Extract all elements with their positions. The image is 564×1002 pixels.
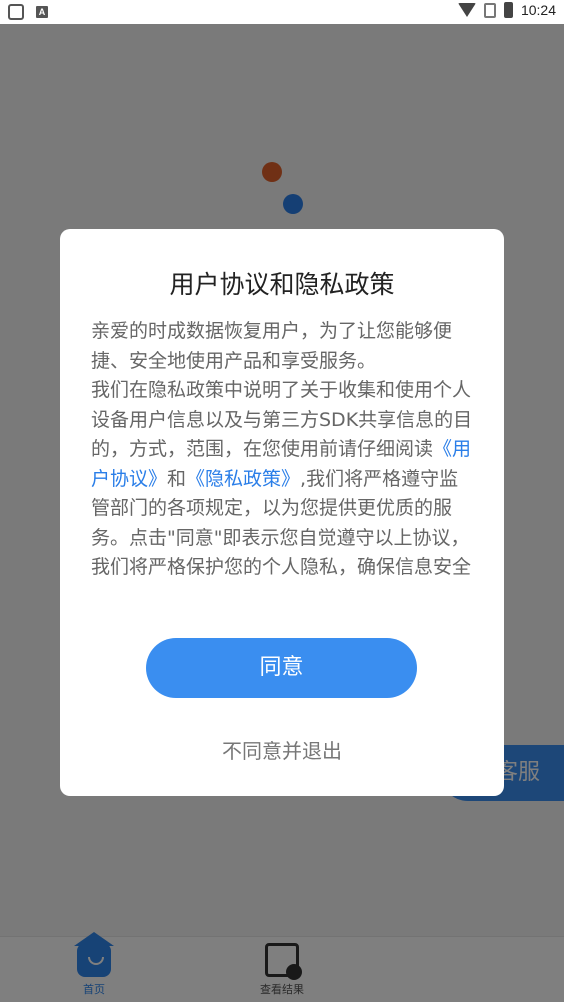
a-icon: A [36,6,48,18]
status-time: 10:24 [520,2,556,18]
privacy-dialog: 用户协议和隐私政策 亲爱的时成数据恢复用户，为了让您能够便捷、安全地使用产品和享… [60,229,504,796]
and-text: 和 [167,467,187,490]
dialog-paragraph-1: 亲爱的时成数据恢复用户，为了让您能够便捷、安全地使用产品和享受服务。 [91,320,453,372]
privacy-policy-link[interactable]: 《隐私政策》 [186,468,300,490]
face-icon [8,4,24,20]
battery-icon [503,2,513,18]
status-left-icons: A [8,4,48,20]
status-right-icons: 10:24 [457,2,556,18]
paragraph-2-text: 我们在隐私政策中说明了关于收集和使用个人设备用户信息以及与第三方SDK共享信息的… [91,379,473,460]
disagree-exit-button[interactable]: 不同意并退出 [60,735,504,764]
agree-button[interactable]: 同意 [146,638,417,698]
sim-icon [483,2,496,18]
status-bar: A 10:24 [0,0,564,24]
dialog-title: 用户协议和隐私政策 [169,270,395,299]
wifi-icon [457,3,476,17]
dialog-paragraph-2: 我们在隐私政策中说明了关于收集和使用个人设备用户信息以及与第三方SDK共享信息的… [91,376,475,583]
dialog-body: 亲爱的时成数据恢复用户，为了让您能够便捷、安全地使用产品和享受服务。 我们在隐私… [91,317,475,583]
